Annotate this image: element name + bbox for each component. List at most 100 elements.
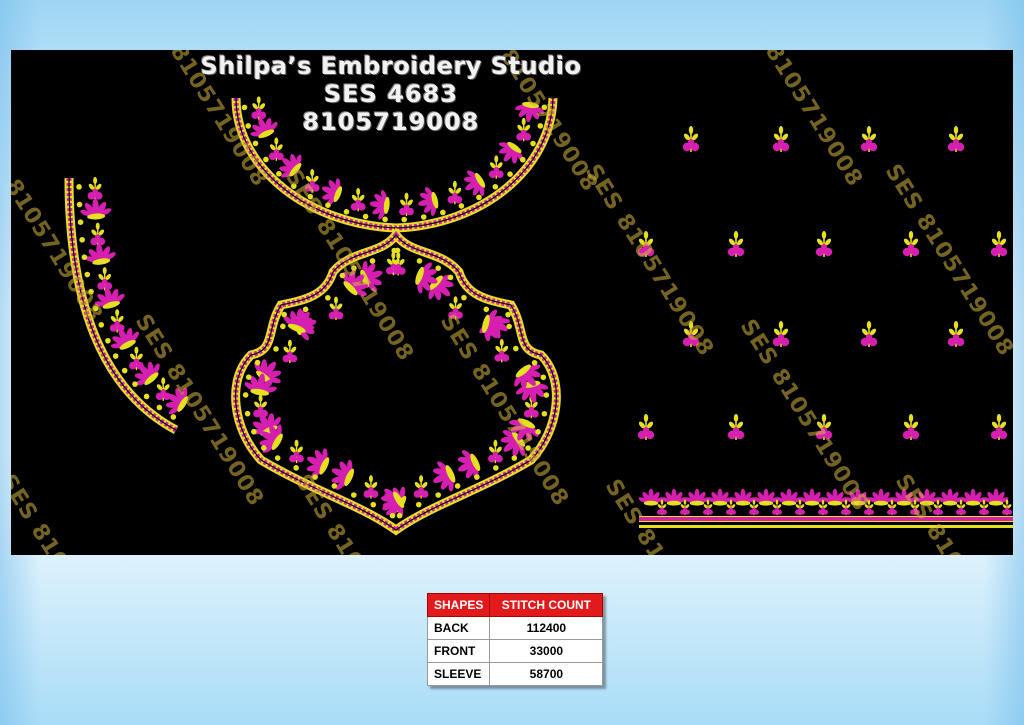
- neckline-border: [233, 230, 559, 534]
- vine-dot: [435, 265, 442, 271]
- vine-dot: [543, 392, 550, 398]
- table-row: SLEEVE 58700: [426, 662, 604, 686]
- vine-dot: [454, 483, 461, 489]
- vine-dot: [416, 258, 423, 264]
- vine-dot: [132, 381, 138, 387]
- flower-bud-motif: [447, 180, 463, 205]
- vine-dot: [81, 254, 88, 261]
- flower-bud-motif: [488, 155, 504, 179]
- flower-bud-motif: [727, 414, 745, 440]
- flower-bud-motif: [637, 414, 655, 440]
- vine-dot: [302, 306, 309, 313]
- flower-bud-motif: [947, 321, 965, 347]
- vine-dot: [112, 353, 119, 359]
- count-cell: 58700: [489, 662, 604, 686]
- lotus-motif: [457, 450, 481, 480]
- flower-bud-motif: [815, 231, 833, 257]
- vine-dot: [143, 393, 150, 400]
- shape-cell: SLEEVE: [426, 662, 491, 686]
- vine-dot: [76, 184, 82, 190]
- count-cell: 33000: [489, 639, 604, 663]
- stitch-count-table: SHAPES STITCH COUNT BACK 112400 FRONT 33…: [426, 593, 604, 686]
- vine-dot: [530, 140, 536, 147]
- flower-bud-motif: [289, 439, 304, 464]
- lotus-motif: [937, 488, 963, 506]
- flower-bud-motif: [860, 126, 878, 152]
- phone-number: 8105719008: [302, 108, 480, 136]
- lotus-motif: [80, 198, 112, 220]
- flower-bud-motif: [413, 475, 429, 499]
- vine-dot: [105, 337, 111, 344]
- flower-bud-motif: [97, 267, 113, 291]
- lotus-motif: [369, 190, 390, 220]
- vine-dot: [362, 213, 369, 220]
- vine-dot: [415, 501, 422, 508]
- flower-bud-motif: [87, 176, 103, 201]
- vine-dot: [254, 359, 261, 366]
- vine-dot: [507, 171, 513, 177]
- vine-dot: [280, 323, 286, 330]
- vine-dot: [276, 170, 282, 177]
- vine-dot: [461, 294, 467, 301]
- vine-dot: [76, 201, 83, 208]
- vine-dot: [535, 429, 541, 435]
- vine-dot: [369, 258, 376, 264]
- embroidery-design-panel: 8105719008 8105719008 8105719008 8105719…: [11, 50, 1013, 555]
- stitch-count-header: STITCH COUNT: [489, 593, 604, 617]
- lotus-motif: [707, 488, 733, 506]
- neckline-border: [235, 234, 557, 531]
- flower-bud-motif: [682, 126, 700, 152]
- lotus-motif: [638, 488, 664, 506]
- vine-dot: [252, 140, 259, 147]
- flower-bud-motif: [363, 475, 379, 499]
- vine-dot: [242, 392, 249, 398]
- vine-dot: [273, 346, 279, 352]
- vine-dot: [251, 428, 257, 435]
- lotus-motif: [799, 488, 825, 506]
- flower-bud-motif: [990, 231, 1008, 257]
- flower-bud-motif: [902, 414, 920, 440]
- flower-bud-motif: [990, 414, 1008, 440]
- flower-bud-motif: [947, 126, 965, 152]
- flower-bud-motif: [282, 339, 298, 364]
- lotus-motif: [432, 461, 456, 492]
- shapes-header: SHAPES: [426, 593, 491, 617]
- vine-dot: [474, 474, 480, 480]
- flower-bud-motif: [399, 192, 414, 217]
- flower-bud-motif: [772, 126, 790, 152]
- studio-name: Shilpa’s Embroidery Studio: [200, 52, 582, 80]
- flower-bud-motif: [328, 296, 344, 321]
- vine-dot: [261, 445, 267, 451]
- vine-dot: [325, 294, 331, 301]
- lotus-motif: [661, 488, 687, 506]
- vine-dot: [541, 410, 548, 417]
- table-row: BACK 112400: [426, 616, 604, 640]
- vine-dot: [511, 455, 518, 461]
- vine-dot: [79, 236, 85, 243]
- vine-dot: [263, 156, 269, 163]
- vine-dot: [244, 410, 251, 417]
- flower-bud-motif: [860, 321, 878, 347]
- vine-dot: [84, 271, 91, 278]
- vine-dot: [170, 414, 177, 420]
- lotus-motif: [684, 488, 710, 506]
- count-cell: 112400: [489, 616, 604, 640]
- flower-bud-motif: [90, 222, 106, 246]
- vine-dot: [506, 323, 512, 330]
- lotus-motif: [84, 243, 116, 265]
- flower-bud-motif: [494, 338, 510, 363]
- lotus-motif: [983, 488, 1009, 506]
- vine-dot: [370, 501, 377, 508]
- vine-dot: [493, 465, 499, 471]
- table-header-row: SHAPES STITCH COUNT: [426, 593, 604, 617]
- vine-dot: [77, 219, 84, 226]
- flower-bud-motif: [488, 439, 503, 464]
- vine-dot: [98, 322, 105, 328]
- vine-dot: [401, 216, 408, 223]
- vine-dot: [394, 247, 401, 254]
- vine-dot: [389, 512, 396, 519]
- flower-bud-motif: [772, 321, 790, 347]
- vine-dot: [156, 404, 163, 411]
- vine-dot: [483, 306, 490, 313]
- neckline-border: [231, 227, 561, 536]
